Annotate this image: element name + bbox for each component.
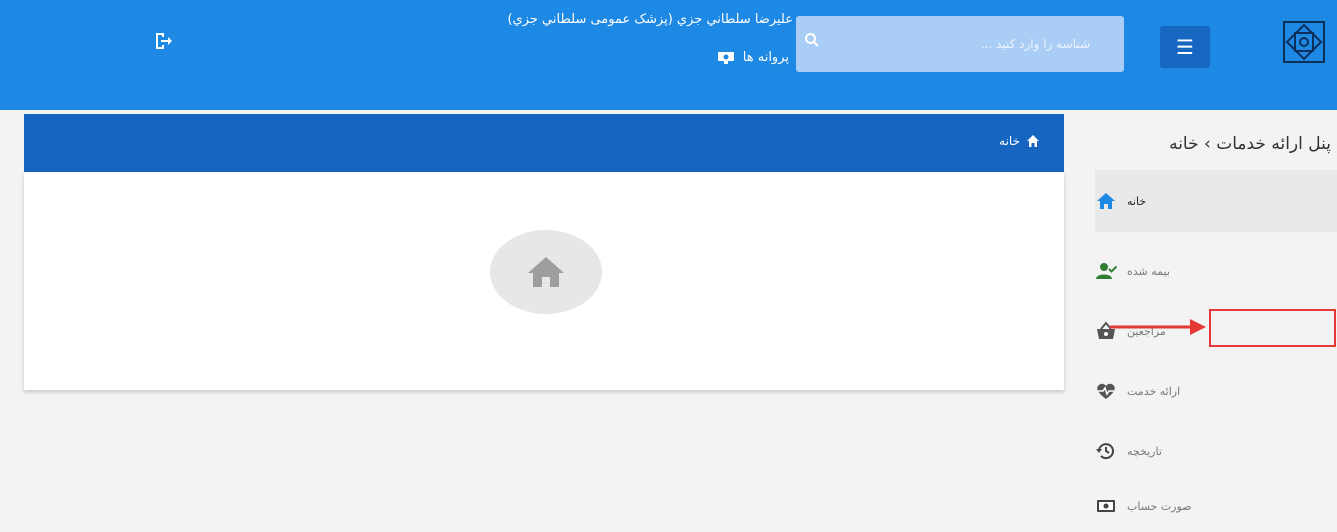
home-icon: [1027, 135, 1039, 147]
sidebar-item-insured[interactable]: بیمه شده: [1095, 240, 1337, 302]
sidebar-item-label: ارائه خدمت: [1127, 384, 1181, 398]
home-icon: [528, 257, 564, 287]
home-icon: [1097, 193, 1115, 209]
sidebar-item-invoice[interactable]: صورت حساب: [1095, 480, 1337, 532]
highlight-box: [1209, 309, 1336, 347]
search-icon[interactable]: [804, 32, 820, 48]
top-bar: ☰ عليرضا سلطاني جزي (پزشک عمومی سلطاني ج…: [0, 0, 1337, 110]
arrow-icon: [1110, 319, 1206, 335]
sidebar-item-home[interactable]: خانه: [1095, 170, 1337, 232]
money-icon: [1097, 500, 1115, 512]
user-name: عليرضا سلطاني جزي (پزشک عمومی سلطاني جزي…: [507, 12, 793, 27]
sidebar-item-label: خانه: [1127, 194, 1147, 208]
sidebar-item-history[interactable]: تاریخچه: [1095, 420, 1337, 482]
sidebar-item-label: تاریخچه: [1127, 444, 1162, 458]
licenses-label: پروانه ها: [742, 50, 789, 65]
history-icon: [1096, 443, 1114, 460]
panel-title: خانه: [999, 134, 1040, 148]
home-placeholder: [490, 230, 602, 314]
sidebar-item-label: بیمه شده: [1127, 264, 1170, 278]
certificate-icon: [717, 51, 734, 64]
search-box: [796, 16, 1124, 72]
sidebar-item-service[interactable]: ارائه خدمت: [1095, 360, 1337, 422]
breadcrumb: پنل ارائه خدمات › خانه: [1169, 134, 1331, 154]
hamburger-icon: ☰: [1176, 35, 1194, 59]
panel-header: خانه: [24, 114, 1064, 172]
search-input[interactable]: [796, 16, 1096, 72]
logout-icon[interactable]: [152, 30, 174, 52]
panel-title-label: خانه: [999, 134, 1020, 148]
sidebar-item-label: صورت حساب: [1127, 499, 1192, 513]
menu-button[interactable]: ☰: [1160, 26, 1210, 68]
panel-body: [24, 172, 1064, 390]
heart-pulse-icon: [1097, 383, 1115, 399]
person-check-icon: [1096, 263, 1117, 279]
app-logo: [1283, 21, 1325, 63]
licenses-link[interactable]: پروانه ها: [717, 50, 789, 65]
